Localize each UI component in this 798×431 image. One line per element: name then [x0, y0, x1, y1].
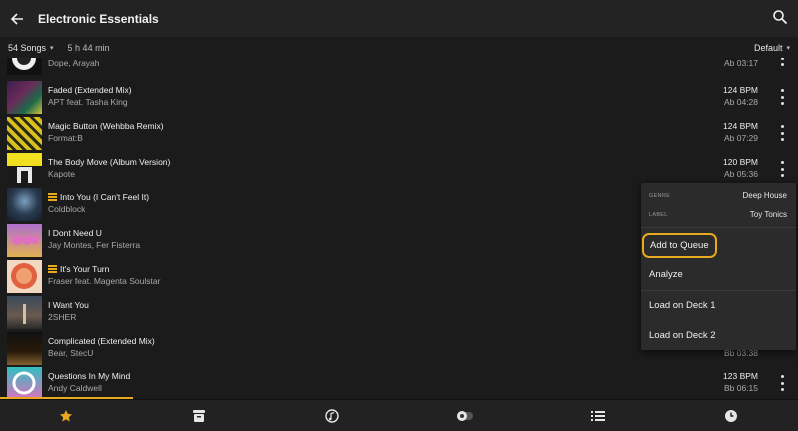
track-key-duration: Ab 07:29	[723, 133, 758, 143]
track-artist: Coldblock	[48, 204, 86, 214]
queued-icon	[48, 265, 57, 273]
label-value: Toy Tonics	[749, 210, 787, 219]
toggle-icon	[457, 411, 473, 421]
track-context-menu: GENRE Deep House LABEL Toy Tonics Add to…	[641, 183, 796, 350]
playlist-info-bar: 54 Songs ▾ 5 h 44 min Default ▾	[0, 37, 798, 58]
chevron-down-icon: ▾	[50, 44, 54, 52]
track-artist: Dope, Arayah	[48, 58, 100, 68]
arrow-left-icon	[10, 12, 23, 25]
page-title: Electronic Essentials	[38, 11, 159, 26]
analyze-menu-item[interactable]: Analyze	[649, 269, 683, 280]
track-bpm: 124 BPM	[723, 85, 758, 95]
track-artist: Jay Montes, Fer Fisterra	[48, 240, 141, 250]
search-button[interactable]	[772, 9, 792, 29]
list-icon	[591, 411, 605, 421]
album-art	[7, 58, 42, 75]
track-title: I Want You	[48, 300, 89, 310]
more-options-button[interactable]	[779, 375, 785, 391]
track-row[interactable]: The Body Move (Album Version) Kapote 120…	[0, 151, 798, 187]
track-artist: 2SHER	[48, 312, 77, 322]
track-key-duration: Ab 03:17	[723, 58, 758, 68]
more-options-button[interactable]	[779, 161, 785, 177]
load-deck-2-menu-item[interactable]: Load on Deck 2	[649, 330, 716, 341]
track-title: Questions In My Mind	[48, 371, 131, 381]
app-bar: Electronic Essentials	[0, 0, 798, 37]
track-row[interactable]: Questions In My Mind Andy Caldwell 123 B…	[0, 365, 798, 398]
more-options-button[interactable]	[779, 125, 785, 141]
divider	[641, 290, 796, 291]
song-count-dropdown[interactable]: 54 Songs ▾	[8, 43, 54, 53]
archive-icon	[193, 410, 205, 422]
star-icon	[60, 410, 72, 422]
history-icon	[725, 410, 737, 422]
album-art	[7, 117, 42, 150]
genre-label: GENRE	[649, 193, 671, 199]
more-options-button[interactable]	[779, 58, 785, 66]
tab-mixer[interactable]	[399, 400, 531, 431]
song-count: 54 Songs	[8, 42, 47, 53]
track-bpm: 123 BPM	[723, 371, 758, 381]
album-art	[7, 332, 42, 365]
music-note-icon	[325, 409, 339, 423]
track-artist: Fraser feat. Magenta Soulstar	[48, 276, 161, 286]
track-title: I Dont Need U	[48, 228, 102, 238]
track-title: The Body Move (Album Version)	[48, 157, 171, 167]
track-artist: APT feat. Tasha King	[48, 97, 128, 107]
track-artist: Kapote	[48, 169, 75, 179]
tab-collection[interactable]	[133, 400, 265, 431]
tab-playlists[interactable]	[532, 400, 664, 431]
album-art	[7, 224, 42, 257]
track-key-duration: Bb 06:15	[723, 383, 758, 393]
track-title: Complicated (Extended Mix)	[48, 336, 155, 346]
track-row[interactable]: Magic Button (Wehbba Remix) Format:B 124…	[0, 115, 798, 151]
queued-icon	[48, 193, 57, 201]
album-art	[7, 188, 42, 221]
search-icon	[773, 10, 788, 25]
add-to-queue-menu-item[interactable]: Add to Queue	[642, 233, 717, 258]
track-key-duration: Ab 05:36	[723, 169, 758, 179]
divider	[641, 227, 796, 228]
track-title: Magic Button (Wehbba Remix)	[48, 121, 164, 131]
album-art	[7, 81, 42, 114]
track-artist: Bear, StecU	[48, 348, 94, 358]
tab-favorites[interactable]	[0, 400, 132, 431]
track-artist: Format:B	[48, 133, 83, 143]
track-key-duration: Ab 04:28	[723, 97, 758, 107]
sort-dropdown[interactable]: Default ▾	[754, 43, 790, 53]
tab-history[interactable]	[665, 400, 797, 431]
sort-label: Default	[753, 42, 783, 53]
album-art	[7, 367, 42, 398]
album-art	[7, 153, 42, 186]
bottom-navigation	[0, 399, 798, 431]
track-row[interactable]: Faded (Extended Mix) APT feat. Tasha Kin…	[0, 79, 798, 115]
playlist-duration: 5 h 44 min	[67, 42, 110, 53]
track-bpm: 124 BPM	[723, 121, 758, 131]
track-title: It's Your Turn	[48, 264, 109, 274]
label-label: LABEL	[649, 212, 668, 218]
track-title: Faded (Extended Mix)	[48, 85, 132, 95]
track-row[interactable]: Dope, Arayah Ab 03:17	[0, 58, 798, 76]
tab-tracks[interactable]	[266, 400, 398, 431]
track-artist: Andy Caldwell	[48, 383, 102, 393]
genre-value: Deep House	[742, 191, 787, 200]
more-options-button[interactable]	[779, 89, 785, 105]
back-button[interactable]	[0, 0, 34, 37]
track-bpm: 120 BPM	[723, 157, 758, 167]
album-art	[7, 260, 42, 293]
track-title: Into You (I Can't Feel It)	[48, 192, 149, 202]
album-art	[7, 296, 42, 329]
load-deck-1-menu-item[interactable]: Load on Deck 1	[649, 300, 716, 311]
chevron-down-icon: ▾	[786, 44, 790, 52]
